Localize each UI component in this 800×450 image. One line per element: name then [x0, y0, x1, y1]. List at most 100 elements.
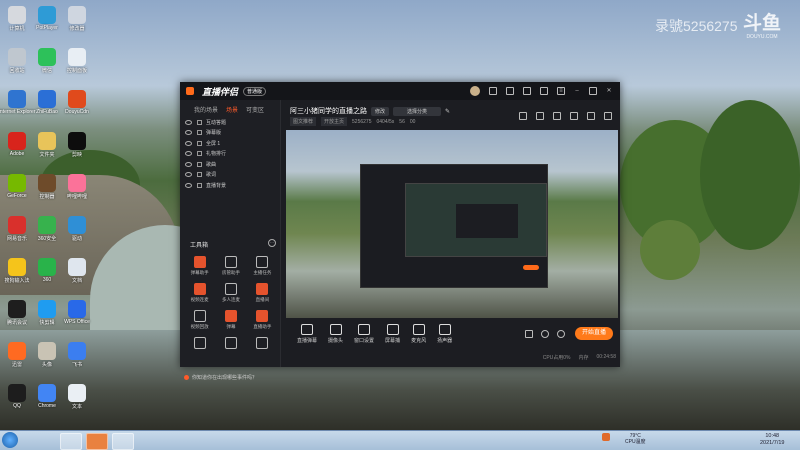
taskbar-app-explorer[interactable] — [60, 433, 82, 450]
desktop-icon[interactable]: 微信 — [32, 48, 62, 74]
stream-preview[interactable] — [286, 130, 618, 318]
desktop-icon[interactable]: 迅雷 — [2, 342, 32, 368]
tool-item[interactable]: 弹幕助手 — [184, 256, 215, 276]
desktop-icon[interactable]: 驱动 — [62, 216, 92, 242]
lock-icon[interactable] — [197, 151, 202, 157]
desktop-icon[interactable]: Chrome — [32, 384, 62, 409]
menu-icon[interactable]: ≡ — [557, 87, 565, 95]
help-icon[interactable] — [523, 87, 531, 95]
lock-icon[interactable] — [197, 172, 202, 178]
eye-icon[interactable] — [185, 182, 192, 188]
source-button[interactable]: 屏幕捕 — [385, 324, 400, 344]
scene-item[interactable]: 礼物排行 — [180, 149, 280, 160]
tool-item[interactable]: 房管助手 — [215, 256, 246, 276]
desktop-icon[interactable]: 控制器 — [32, 174, 62, 200]
start-button[interactable] — [2, 432, 18, 448]
layout-icon[interactable] — [536, 112, 544, 120]
eye-icon[interactable] — [185, 151, 192, 157]
lock-icon[interactable] — [519, 112, 527, 120]
desktop-icon[interactable]: 腾讯会议 — [2, 300, 32, 326]
desktop-icon[interactable]: 网易音乐 — [2, 216, 32, 242]
clock[interactable]: 10:48 2021/7/19 — [760, 433, 784, 447]
lock-icon[interactable] — [197, 182, 202, 188]
maximize-icon[interactable] — [589, 87, 597, 95]
pencil-icon[interactable]: ✎ — [445, 108, 450, 115]
eye-icon[interactable] — [185, 130, 192, 136]
desktop-icon[interactable]: 搜狗输入法 — [2, 258, 32, 284]
lock-icon[interactable] — [197, 119, 202, 125]
taskbar-app-live[interactable] — [86, 433, 108, 450]
desktop-icon[interactable]: WPS Office — [62, 300, 92, 325]
grid-icon[interactable] — [553, 112, 561, 120]
category-select[interactable]: 选择分类 — [393, 106, 442, 116]
gift-icon[interactable] — [506, 87, 514, 95]
desktop-icon[interactable]: 哔哩哔哩 — [62, 174, 92, 200]
share-icon[interactable] — [604, 112, 612, 120]
tab-my-scenes[interactable]: 我的场景 — [194, 105, 218, 114]
desktop-icon[interactable]: 剪映 — [62, 132, 92, 158]
settings-icon[interactable] — [540, 87, 548, 95]
scene-item[interactable]: 歌词 — [180, 170, 280, 181]
desktop-icon[interactable]: ZhiFuBao — [32, 90, 62, 115]
desktop-icon[interactable]: 控制面板 — [62, 48, 92, 74]
desktop-icon[interactable]: 360安全 — [32, 216, 62, 242]
tab-scenes[interactable]: 场景 — [226, 105, 238, 114]
tool-item[interactable]: 主播任务 — [247, 256, 278, 276]
desktop-icon[interactable]: 飞书 — [62, 342, 92, 368]
eye-icon[interactable] — [541, 330, 549, 338]
minimize-icon[interactable]: – — [574, 88, 580, 94]
scene-item[interactable]: 全屏 1 — [180, 138, 280, 149]
desktop-icon[interactable]: 头像 — [32, 342, 62, 368]
desktop-icon[interactable]: PotPlayer — [32, 6, 62, 31]
stats-icon[interactable] — [570, 112, 578, 120]
eye-icon[interactable] — [185, 119, 192, 125]
tool-item[interactable]: 直播间 — [247, 283, 278, 303]
tool-item[interactable] — [247, 337, 278, 351]
tool-item[interactable]: 多人连麦 — [215, 283, 246, 303]
close-icon[interactable]: ✕ — [606, 88, 612, 94]
scene-item[interactable]: 互动答题 — [180, 117, 280, 128]
desktop-icon[interactable]: 修改器 — [62, 6, 92, 32]
desktop-icon[interactable]: 回收站 — [2, 48, 32, 74]
desktop-icon[interactable]: 快剪辑 — [32, 300, 62, 326]
desktop-icon[interactable]: QQ — [2, 384, 32, 409]
message-icon[interactable] — [489, 87, 497, 95]
source-button[interactable]: 麦克风 — [411, 324, 426, 344]
desktop-icon[interactable]: Internet Explorer — [0, 90, 35, 115]
gear-icon[interactable] — [557, 330, 565, 338]
eye-icon[interactable] — [185, 161, 192, 167]
tool-item[interactable]: 直播助手 — [247, 310, 278, 330]
source-button[interactable]: 摄像头 — [328, 324, 343, 344]
desktop-icon[interactable]: 文本 — [62, 384, 92, 410]
desktop-icon[interactable]: 文件夹 — [32, 132, 62, 158]
scene-item[interactable]: 弹幕版 — [180, 128, 280, 139]
record-icon[interactable] — [525, 330, 533, 338]
tab-variable[interactable]: 可变区 — [246, 105, 264, 114]
lock-icon[interactable] — [197, 161, 202, 167]
tool-item[interactable] — [215, 337, 246, 351]
desktop-icon[interactable]: 文档 — [62, 258, 92, 284]
tool-item[interactable]: 视频回放 — [184, 310, 215, 330]
source-button[interactable]: 直播弹幕 — [297, 324, 317, 344]
tool-item[interactable]: 弹幕 — [215, 310, 246, 330]
scene-item[interactable]: 歌曲 — [180, 159, 280, 170]
eye-icon[interactable] — [185, 140, 192, 146]
lock-icon[interactable] — [197, 140, 202, 146]
desktop-icon[interactable]: 计算机 — [2, 6, 32, 32]
user-avatar[interactable] — [470, 86, 480, 96]
desktop-icon[interactable]: DouyuCdn — [62, 90, 92, 115]
notice-bar[interactable]: 你知道你在出现哪些事件吗？ — [184, 374, 257, 381]
edit-title-button[interactable]: 修改 — [371, 106, 390, 116]
taskbar-app-cdn[interactable] — [112, 433, 134, 450]
start-live-button[interactable]: 开始直播 — [575, 327, 613, 340]
bell-icon[interactable] — [587, 112, 595, 120]
tray-app-icon[interactable] — [602, 433, 610, 441]
desktop-icon[interactable]: 360 — [32, 258, 62, 283]
tool-item[interactable] — [184, 337, 215, 351]
eye-icon[interactable] — [185, 172, 192, 178]
room-info-item[interactable]: 图文推荐 — [290, 117, 317, 126]
edition-badge[interactable]: 普通版 — [243, 86, 267, 96]
room-info-item[interactable]: 开放主页 — [321, 117, 348, 126]
desktop-icon[interactable]: Adobe — [2, 132, 32, 157]
desktop-icon[interactable]: GeForce — [2, 174, 32, 199]
